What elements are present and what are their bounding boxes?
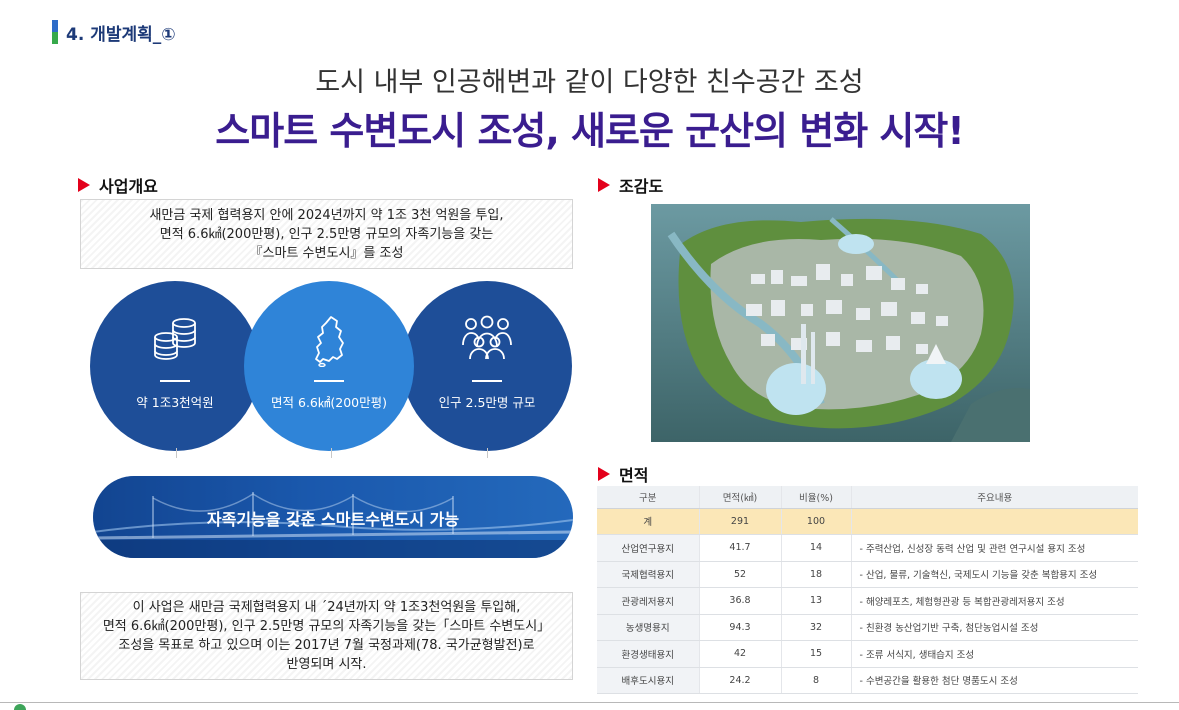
overview-heading-text: 사업개요 xyxy=(99,177,158,196)
overview-summary-box: 새만금 국제 협력용지 안에 2024년까지 약 1조 3천 억원을 투입, 면… xyxy=(80,199,573,269)
column-header-category: 구분 xyxy=(597,486,699,509)
table-row: 환경생태용지 42 15 - 조류 서식지, 생태습지 조성 xyxy=(597,640,1138,668)
cell-description: - 조류 서식지, 생태습지 조성 xyxy=(850,640,1138,668)
table-row: 배후도시용지 24.2 8 - 수변공간을 활용한 첨단 명품도시 조성 xyxy=(597,667,1138,694)
table-row: 관광레저용지 36.8 13 - 해양레포츠, 체험형관광 등 복합관광레저용지… xyxy=(597,587,1138,615)
cell-ratio: 32 xyxy=(780,614,851,641)
cell-category: 환경생태용지 xyxy=(597,640,699,668)
area-label: 면적 6.6㎢(200만평) xyxy=(271,395,387,410)
cell-description: - 수변공간을 활용한 첨단 명품도시 조성 xyxy=(850,667,1138,694)
population-divider xyxy=(472,380,502,382)
cell-description: - 해양레포츠, 체험형관광 등 복합관광레저용지 조성 xyxy=(850,587,1138,615)
table-header-row: 구분 면적(㎢) 비율(%) 주요내용 xyxy=(597,486,1138,509)
footer-logo-mark xyxy=(14,704,26,710)
self-sufficiency-banner: 자족기능을 갖춘 스마트수변도시 가능 xyxy=(93,476,573,558)
cell-area: 52 xyxy=(698,561,781,588)
column-header-ratio: 비율(%) xyxy=(780,486,851,509)
page-subtitle: 도시 내부 인공해변과 같이 다양한 친수공간 조성 xyxy=(315,67,864,98)
cell-area: 94.3 xyxy=(698,614,781,641)
coins-icon xyxy=(154,318,196,360)
aerial-heading-text: 조감도 xyxy=(619,177,664,196)
area-divider xyxy=(314,380,344,382)
aerial-heading: 조감도 xyxy=(598,173,663,197)
cell-description xyxy=(850,508,1138,535)
overview-heading: 사업개요 xyxy=(78,173,158,197)
cell-ratio: 100 xyxy=(780,508,851,535)
connector-line xyxy=(487,448,488,458)
red-triangle-icon xyxy=(78,178,90,192)
banner-text: 자족기능을 갖춘 스마트수변도시 가능 xyxy=(206,510,460,529)
cell-area: 41.7 xyxy=(698,534,781,562)
overview-description-box: 이 사업은 새만금 국제협력용지 내 ´24년까지 약 1조3천억원을 투입해,… xyxy=(80,592,573,680)
cell-category: 산업연구용지 xyxy=(597,534,699,562)
red-triangle-icon xyxy=(598,178,610,192)
area-table: 구분 면적(㎢) 비율(%) 주요내용 계 291 100 산업연구용지 41.… xyxy=(597,486,1138,694)
budget-label: 약 1조3천억원 xyxy=(136,395,214,410)
cell-category: 농생명용지 xyxy=(597,614,699,641)
area-circle: 면적 6.6㎢(200만평) xyxy=(244,281,414,451)
people-group-icon xyxy=(462,315,512,360)
cell-area: 24.2 xyxy=(698,667,781,694)
cell-category: 배후도시용지 xyxy=(597,667,699,694)
cell-area: 36.8 xyxy=(698,587,781,615)
column-header-area: 면적(㎢) xyxy=(698,486,781,509)
population-label: 인구 2.5만명 규모 xyxy=(438,395,536,410)
section-tag-text: 4. 개발계획_① xyxy=(66,24,176,45)
population-circle: 인구 2.5만명 규모 xyxy=(402,281,572,451)
table-row-total: 계 291 100 xyxy=(597,508,1138,535)
area-heading-text: 면적 xyxy=(619,466,649,485)
aerial-city-illustration xyxy=(651,204,1030,442)
cell-category: 계 xyxy=(597,508,699,535)
section-tag-bar xyxy=(52,20,58,44)
korea-map-icon xyxy=(315,316,344,367)
overview-description-text: 이 사업은 새만금 국제협력용지 내 ´24년까지 약 1조3천억원을 투입해,… xyxy=(102,600,551,672)
aerial-view-image xyxy=(651,204,1030,442)
budget-circle: 약 1조3천억원 xyxy=(90,281,260,451)
column-header-description: 주요내용 xyxy=(850,486,1138,509)
cell-ratio: 15 xyxy=(780,640,851,668)
table-row: 국제협력용지 52 18 - 산업, 물류, 기술혁신, 국제도시 기능을 갖춘… xyxy=(597,561,1138,588)
section-tag: 4. 개발계획_① xyxy=(52,20,176,45)
cell-ratio: 13 xyxy=(780,587,851,615)
cell-description: - 친환경 농산업기반 구축, 첨단농업시설 조성 xyxy=(850,614,1138,641)
cell-description: - 산업, 물류, 기술혁신, 국제도시 기능을 갖춘 복합용지 조성 xyxy=(850,561,1138,588)
connector-line xyxy=(176,448,177,458)
overview-summary-text: 새만금 국제 협력용지 안에 2024년까지 약 1조 3천 억원을 투입, 면… xyxy=(149,207,504,261)
cell-area: 42 xyxy=(698,640,781,668)
cell-ratio: 18 xyxy=(780,561,851,588)
footer-divider xyxy=(0,702,1179,703)
area-heading: 면적 xyxy=(598,462,648,486)
cell-description: - 주력산업, 신성장 동력 산업 및 관련 연구시설 용지 조성 xyxy=(850,534,1138,562)
cell-ratio: 14 xyxy=(780,534,851,562)
budget-divider xyxy=(160,380,190,382)
cell-area: 291 xyxy=(698,508,781,535)
cell-ratio: 8 xyxy=(780,667,851,694)
table-row: 산업연구용지 41.7 14 - 주력산업, 신성장 동력 산업 및 관련 연구… xyxy=(597,534,1138,562)
page-headline: 스마트 수변도시 조성, 새로운 군산의 변화 시작! xyxy=(215,109,964,153)
cell-category: 관광레저용지 xyxy=(597,587,699,615)
cell-category: 국제협력용지 xyxy=(597,561,699,588)
red-triangle-icon xyxy=(598,467,610,481)
connector-line xyxy=(331,448,332,458)
table-row: 농생명용지 94.3 32 - 친환경 농산업기반 구축, 첨단농업시설 조성 xyxy=(597,614,1138,641)
